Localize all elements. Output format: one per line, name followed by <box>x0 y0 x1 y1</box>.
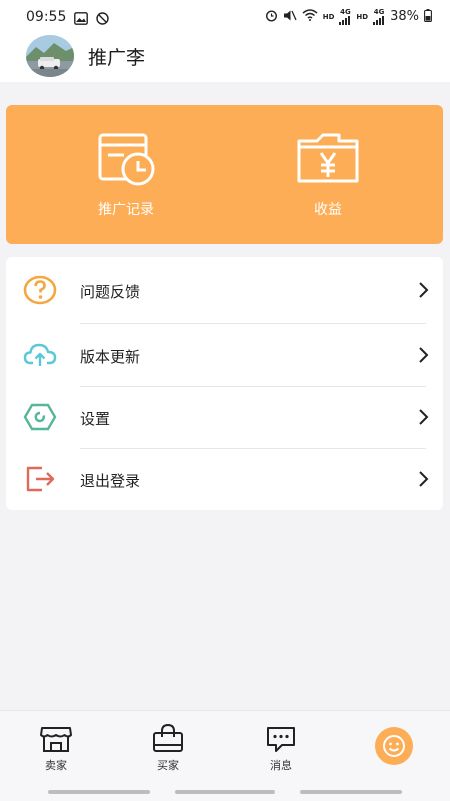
chevron-right-icon <box>419 409 429 425</box>
menu-item-label: 退出登录 <box>80 472 141 490</box>
tab-buyer[interactable]: 买家 <box>138 723 198 773</box>
hd-label: HD <box>322 12 335 21</box>
earnings-label: 收益 <box>314 202 342 218</box>
tab-label: 卖家 <box>45 759 67 772</box>
mute-icon <box>283 9 297 25</box>
tab-bar: 卖家 买家 消息 <box>0 710 450 801</box>
promotion-records-label: 推广记录 <box>98 202 154 218</box>
battery-icon <box>424 8 432 25</box>
store-icon <box>40 727 72 752</box>
no-disturb-icon <box>96 10 109 29</box>
avatar[interactable] <box>26 35 74 77</box>
tab-profile[interactable] <box>364 727 424 769</box>
question-icon <box>22 273 58 307</box>
signal-icon <box>373 16 385 25</box>
earnings-button[interactable]: 收益 <box>268 131 388 219</box>
gesture-bar[interactable] <box>300 790 402 794</box>
gallery-icon <box>74 10 88 29</box>
tab-label: 买家 <box>157 759 179 772</box>
message-icon <box>267 727 295 752</box>
yen-folder-icon <box>297 133 359 183</box>
smiley-icon <box>375 727 413 765</box>
tab-messages[interactable]: 消息 <box>251 723 311 773</box>
battery-level: 38% <box>390 9 419 24</box>
menu-card: 问题反馈 版本更新 设置 退出登录 <box>6 257 443 510</box>
menu-item-label: 问题反馈 <box>80 283 141 301</box>
menu-item-label: 设置 <box>80 410 111 428</box>
chevron-right-icon <box>419 347 429 363</box>
menu-item-version-update[interactable]: 版本更新 <box>6 324 443 386</box>
settings-hexagon-icon <box>22 400 58 434</box>
status-time: 09:55 <box>26 9 67 25</box>
gesture-bar[interactable] <box>48 790 150 794</box>
wifi-icon <box>302 9 318 24</box>
tab-label: 消息 <box>270 759 292 772</box>
menu-item-label: 版本更新 <box>80 348 141 366</box>
network-type: 4G <box>340 8 351 16</box>
network-type: 4G <box>373 8 385 16</box>
menu-item-settings[interactable]: 设置 <box>6 386 443 448</box>
promo-card: 推广记录 收益 <box>6 105 443 244</box>
shopping-bag-icon <box>153 723 183 752</box>
promotion-records-button[interactable]: 推广记录 <box>66 131 186 219</box>
chevron-right-icon <box>419 282 429 298</box>
status-bar: 09:55 HD 4G HD 4G 38% <box>0 0 450 34</box>
profile-header: 推广李 <box>0 34 450 82</box>
record-clock-icon <box>98 133 155 186</box>
chevron-right-icon <box>419 471 429 487</box>
hd-label: HD <box>356 12 369 21</box>
username: 推广李 <box>88 47 146 69</box>
alarm-icon <box>265 9 278 25</box>
tab-seller[interactable]: 卖家 <box>26 723 86 773</box>
menu-item-logout[interactable]: 退出登录 <box>6 448 443 510</box>
menu-item-feedback[interactable]: 问题反馈 <box>6 259 443 321</box>
cloud-upload-icon <box>22 338 58 372</box>
signal-icon <box>339 16 351 25</box>
gesture-bar[interactable] <box>175 790 275 794</box>
logout-icon <box>22 462 58 496</box>
